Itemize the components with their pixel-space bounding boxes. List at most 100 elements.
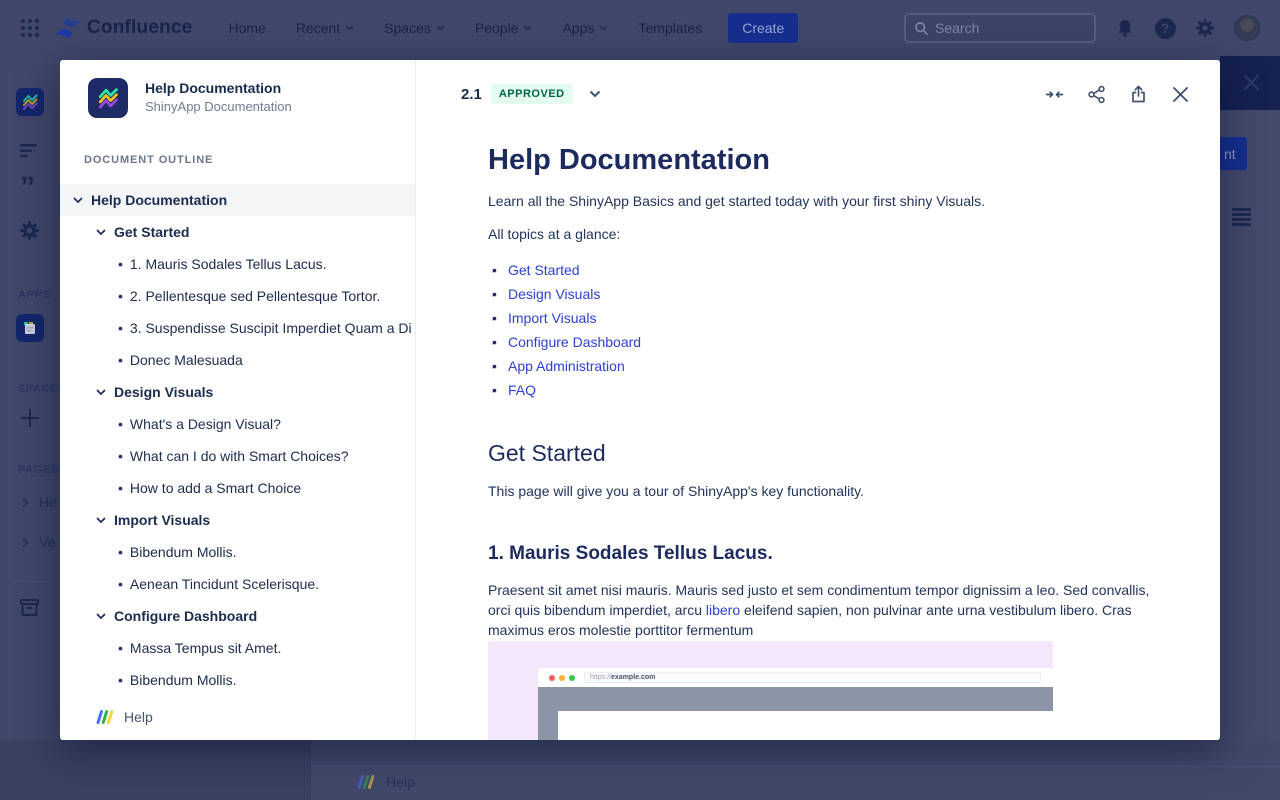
quote-icon[interactable]: ”	[0, 178, 60, 198]
user-avatar[interactable]	[1234, 15, 1260, 41]
outline-item-help-documentation[interactable]: Help Documentation	[60, 184, 415, 216]
chevron-down-icon	[599, 25, 608, 31]
rail-section-apps: APPS	[18, 289, 50, 301]
list-item: App Administration	[488, 354, 1172, 378]
section-paragraph: This page will give you a tour of ShinyA…	[488, 481, 1172, 501]
rail-section-pages: PAGES	[18, 464, 59, 476]
outline-item[interactable]: •Bibendum Mollis.	[60, 664, 415, 696]
outline-item[interactable]: •Donec Malesuada	[60, 344, 415, 376]
outline-heading: DOCUMENT OUTLINE	[84, 154, 213, 166]
export-icon[interactable]	[1129, 85, 1148, 104]
divider	[12, 581, 48, 582]
app-switcher-icon[interactable]	[19, 17, 41, 39]
topic-link-get-started[interactable]: Get Started	[508, 262, 580, 278]
settings-gear-icon[interactable]	[1194, 17, 1216, 39]
collapse-icon[interactable]	[1045, 85, 1064, 104]
outline-item[interactable]: •Massa Tempus sit Amet.	[60, 632, 415, 664]
search-box[interactable]	[904, 13, 1096, 43]
bullet-icon: •	[118, 352, 123, 368]
rail-page-item[interactable]: He	[22, 494, 57, 510]
chevron-down-icon	[523, 25, 532, 31]
notifications-icon[interactable]	[1114, 17, 1136, 39]
browser-content-panel	[558, 711, 1053, 740]
top-navigation-bar: Confluence Home Recent Spaces People App…	[0, 0, 1280, 56]
list-view-icon[interactable]	[1232, 208, 1251, 228]
bullet-icon: •	[118, 544, 123, 560]
share-icon[interactable]	[1087, 85, 1106, 104]
outline-item-import-visuals[interactable]: Import Visuals	[60, 504, 415, 536]
bullet-icon: •	[118, 416, 123, 432]
page-right-edge: nt	[1220, 56, 1280, 740]
banner-close-icon[interactable]	[1242, 73, 1261, 92]
browser-url: https://example.com	[584, 672, 1041, 683]
chevron-down-icon	[96, 517, 106, 524]
outline-item-configure-dashboard[interactable]: Configure Dashboard	[60, 600, 415, 632]
outline-item[interactable]: •What's a Design Visual?	[60, 408, 415, 440]
embedded-screenshot: https://example.com	[488, 641, 1053, 740]
outline-item[interactable]: •Bibendum Mollis.	[60, 536, 415, 568]
nav-apps[interactable]: Apps	[562, 20, 608, 36]
page-title: Help Documentation	[488, 142, 1172, 178]
chevron-down-icon	[436, 25, 445, 31]
outline-item-design-visuals[interactable]: Design Visuals	[60, 376, 415, 408]
bullet-icon: •	[118, 256, 123, 272]
create-button[interactable]: Create	[728, 13, 798, 43]
search-input[interactable]	[935, 20, 1075, 36]
panel-help-link[interactable]: Help	[95, 708, 153, 726]
outline-item[interactable]: •2. Pellentesque sed Pellentesque Tortor…	[60, 280, 415, 312]
help-icon[interactable]: ?	[1154, 17, 1176, 39]
outline-item-get-started[interactable]: Get Started	[60, 216, 415, 248]
rail-section-space-settings: SPACE S	[18, 383, 60, 395]
outline-item[interactable]: •Aenean Tincidunt Scelerisque.	[60, 568, 415, 600]
close-icon[interactable]	[1171, 85, 1190, 104]
browser-body	[538, 687, 1053, 740]
rail-page-item[interactable]: Ve	[22, 534, 55, 550]
topics-list: Get Started Design Visuals Import Visual…	[488, 258, 1172, 402]
inline-link-libero[interactable]: libero	[706, 602, 740, 618]
topic-link-app-administration[interactable]: App Administration	[508, 358, 625, 374]
archive-icon[interactable]	[0, 598, 60, 617]
space-sidebar: ” APPS SPACE S PAGES He	[0, 56, 60, 740]
align-lines-icon[interactable]	[0, 144, 60, 158]
topbar-right: ?	[904, 13, 1260, 43]
document-body: Help Documentation Learn all the ShinyAp…	[488, 142, 1172, 740]
page-help-link[interactable]: Help	[356, 773, 415, 791]
nav-recent[interactable]: Recent	[296, 20, 354, 36]
section-heading-get-started: Get Started	[488, 438, 1172, 468]
chevron-down-icon	[96, 613, 106, 620]
nav-home[interactable]: Home	[228, 20, 265, 36]
outline-item[interactable]: •1. Mauris Sodales Tellus Lacus.	[60, 248, 415, 280]
outline-item[interactable]: •How to add a Smart Choice	[60, 472, 415, 504]
nav-people[interactable]: People	[475, 20, 533, 36]
bullet-icon: •	[118, 576, 123, 592]
create-document-button-fragment[interactable]: nt	[1220, 137, 1247, 170]
space-settings-gear-icon[interactable]	[0, 220, 60, 241]
nav-spaces[interactable]: Spaces	[384, 20, 445, 36]
version-dropdown-chevron-icon[interactable]	[589, 90, 601, 98]
outline-item[interactable]: •What can I do with Smart Choices?	[60, 440, 415, 472]
outline-tree: Help Documentation Get Started •1. Mauri…	[60, 184, 415, 696]
nav-templates[interactable]: Templates	[638, 20, 702, 36]
status-badge: APPROVED	[491, 84, 573, 104]
document-outline-panel: Help Documentation ShinyApp Documentatio…	[60, 60, 416, 740]
topic-link-faq[interactable]: FAQ	[508, 382, 536, 398]
product-name: Confluence	[87, 17, 192, 39]
help-slashes-icon	[356, 773, 374, 791]
topic-link-configure-dashboard[interactable]: Configure Dashboard	[508, 334, 641, 350]
traffic-light-yellow-icon	[559, 675, 565, 681]
list-item: Get Started	[488, 258, 1172, 282]
confluence-logo[interactable]: Confluence	[55, 16, 192, 40]
divider	[310, 740, 311, 800]
search-icon	[914, 21, 929, 36]
help-documentation-dialog: Help Documentation ShinyApp Documentatio…	[60, 60, 1220, 740]
add-icon[interactable]	[0, 408, 60, 428]
bullet-icon: •	[118, 448, 123, 464]
topic-link-import-visuals[interactable]: Import Visuals	[508, 310, 596, 326]
topic-link-design-visuals[interactable]: Design Visuals	[508, 286, 600, 302]
list-item: Design Visuals	[488, 282, 1172, 306]
shinyapp-icon[interactable]	[16, 88, 44, 116]
documentation-app-icon[interactable]	[16, 314, 44, 342]
banner-strip	[1220, 56, 1280, 110]
outline-item[interactable]: •3. Suspendisse Suscipit Imperdiet Quam …	[60, 312, 415, 344]
chevron-down-icon	[73, 197, 83, 204]
